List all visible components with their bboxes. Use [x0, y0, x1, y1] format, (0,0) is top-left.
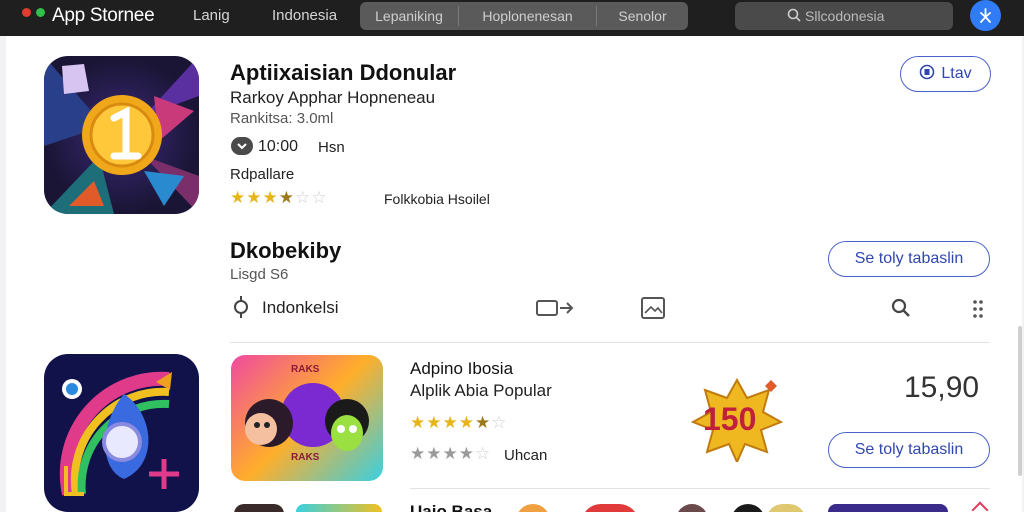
partial-thumb-1[interactable]: [234, 504, 284, 512]
search-icon[interactable]: [891, 298, 911, 318]
featured-action-label: Ltav: [941, 65, 972, 82]
compass-icon: [59, 371, 179, 496]
chevron-up-icon[interactable]: [971, 501, 989, 512]
list-item-action-button[interactable]: Se toly tabaslin: [828, 432, 990, 468]
nav-link-indonesia[interactable]: Indonesia: [272, 7, 337, 24]
segmented-control: Lepaniking Hoplonenesan Senolor: [360, 2, 688, 30]
featured-time-unit: Hsn: [318, 139, 345, 156]
more-icon[interactable]: [972, 299, 984, 319]
section-action-button[interactable]: Se toly tabaslin: [828, 241, 990, 277]
segment-2[interactable]: Senolor: [597, 2, 688, 30]
section-title: Dkobekiby: [230, 238, 342, 263]
section-location: Indonkelsi: [262, 298, 339, 317]
game-art-label-bottom: RAKS: [291, 452, 320, 463]
featured-app-icon[interactable]: [44, 56, 199, 214]
share-icon[interactable]: [536, 298, 576, 318]
list-game-art[interactable]: RAKS RAKS: [231, 355, 383, 481]
partial-thumb-2[interactable]: [296, 504, 382, 512]
featured-ranking: Rankitsa: 3.0ml: [230, 110, 334, 127]
list-item-sub-label: Uhcan: [504, 447, 548, 464]
list-item-price: 15,90: [904, 371, 980, 404]
partial-avatar-1[interactable]: [516, 504, 550, 512]
divider: [410, 488, 990, 489]
partial-title: Uaio Basa: [410, 502, 493, 512]
featured-rating-stars: ★★★★☆☆: [230, 188, 328, 207]
list-item-action-label: Se toly tabaslin: [854, 441, 964, 458]
partial-banner[interactable]: [828, 504, 948, 512]
account-button[interactable]: [970, 0, 1001, 31]
featured-rating-label: Folkkobia Hsoilel: [384, 191, 490, 207]
pin-icon: [980, 8, 991, 23]
partial-avatar-2[interactable]: [581, 504, 639, 512]
partial-avatar-3[interactable]: [676, 504, 708, 512]
app-brand[interactable]: App Stornee: [52, 5, 155, 27]
divider: [230, 342, 990, 343]
featured-time: 10:00: [258, 138, 299, 155]
gallery-icon[interactable]: [641, 297, 665, 319]
main-content: Aptiixaisian Ddonular Rarkoy Apphar Hopn…: [6, 36, 1022, 512]
featured-subtitle: Rarkoy Apphar Hopneneau: [230, 88, 436, 107]
list-item-rating-stars: ★★★★★☆: [410, 413, 508, 432]
badge-value: 150: [703, 401, 757, 437]
search-icon: [787, 8, 801, 22]
scrollbar[interactable]: [1018, 326, 1022, 476]
search-input[interactable]: Sllcodonesia: [735, 2, 953, 30]
partial-avatar-5[interactable]: [766, 504, 806, 512]
play-icon: [920, 64, 935, 80]
section-action-label: Se toly tabaslin: [854, 250, 964, 267]
window-close-dot[interactable]: [22, 8, 31, 17]
coin-icon: [44, 56, 199, 214]
list-item-title: Adpino Ibosia: [410, 359, 514, 378]
featured-category: Rdpallare: [230, 166, 295, 183]
top-bar: App Stornee Lanig Indonesia Lepaniking H…: [0, 0, 1024, 36]
location-icon: [234, 296, 248, 318]
segment-1[interactable]: Hoplonenesan: [459, 2, 596, 30]
nav-link-lanig[interactable]: Lanig: [193, 7, 230, 24]
list-item-subtitle: Alplik Abia Popular: [410, 381, 552, 400]
featured-title: Aptiixaisian Ddonular: [230, 60, 457, 85]
clock-icon: [231, 137, 253, 155]
window-zoom-dot[interactable]: [36, 8, 45, 17]
section-subtitle: Lisgd S6: [230, 266, 289, 283]
segment-0[interactable]: Lepaniking: [360, 2, 458, 30]
search-placeholder: Sllcodonesia: [805, 8, 885, 24]
game-art-label-top: RAKS: [291, 364, 320, 375]
partial-avatar-4[interactable]: [731, 504, 765, 512]
featured-action-button[interactable]: Ltav: [900, 56, 991, 92]
list-app-icon[interactable]: [44, 354, 199, 512]
list-item-sub-stars: ★★★★☆: [410, 444, 492, 463]
award-badge: 150: [690, 376, 784, 465]
